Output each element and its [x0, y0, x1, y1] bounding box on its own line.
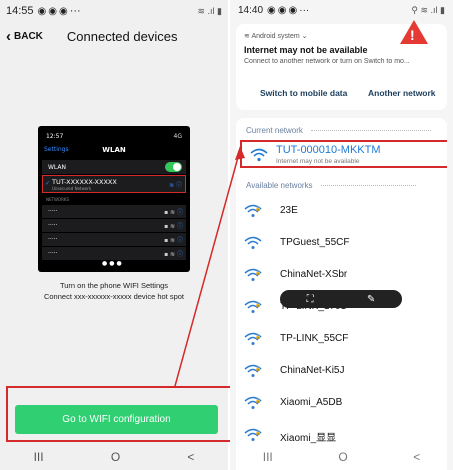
- screenshot-toolbar: ⛶ ✎: [280, 290, 402, 308]
- home-button[interactable]: O: [111, 450, 120, 464]
- screenshot-title: WLAN: [102, 146, 126, 154]
- current-network-status: Internet may not be available: [276, 158, 360, 165]
- lock-wifi-info-icon: ▪ ≋ ⓘ: [164, 223, 183, 230]
- lock-icon: 🔒: [255, 206, 262, 212]
- available-networks-header: Available networks: [246, 181, 416, 190]
- notification-icon: ◉: [48, 5, 57, 17]
- another-network-button[interactable]: Another network: [368, 88, 436, 98]
- lock-icon: 🔒: [255, 398, 262, 404]
- system-nav-bar: III O <: [230, 444, 453, 470]
- check-icon: ✓: [45, 180, 51, 187]
- status-more: ···: [69, 5, 81, 17]
- status-time: 14:40: [238, 4, 264, 16]
- notification-title: Internet may not be available: [244, 45, 368, 55]
- wifi-icon: [244, 236, 262, 250]
- network-item[interactable]: 🔒 23E: [236, 198, 447, 224]
- signal-battery-icon: ≋ .ıl ▮: [197, 5, 223, 16]
- lock-wifi-info-icon: ▪ ≋ ⓘ: [164, 209, 183, 216]
- chevron-left-icon: ‹: [6, 27, 11, 45]
- left-phone: 14:55 ◉ ◉ ◉ ··· ≋ .ıl ▮ ‹ BACK Connected…: [0, 0, 235, 470]
- network-item[interactable]: 🔒 Xiaomi_A5DB: [236, 390, 447, 416]
- screenshot-network-row: ····· ▪ ≋ ⓘ: [42, 247, 186, 260]
- screenshot-networks-header: NETWORKS: [46, 197, 70, 202]
- go-to-wifi-configuration-button[interactable]: Go to WIFI configuration: [15, 405, 218, 434]
- network-item[interactable]: 🔒 ChinaNet-XSbr: [236, 262, 447, 288]
- back-button[interactable]: ‹ BACK: [6, 29, 43, 44]
- app-header: ‹ BACK Connected devices: [0, 24, 228, 48]
- notification-body: Connect to another network or turn on Sw…: [244, 58, 410, 65]
- location-wifi-battery-icon: ⚲ ≋ .ıl ▮: [411, 4, 445, 15]
- wlan-toggle-row: WLAN: [42, 160, 186, 174]
- network-name: TPGuest_55CF: [280, 237, 350, 248]
- system-nav-bar: III O <: [0, 444, 228, 470]
- notification-icon: ◉: [267, 4, 276, 16]
- screenshot-current-network: ✓ TUT-XXXXXX-XXXXX Unsecured Network ≋ ⓘ: [42, 175, 186, 193]
- status-more: ···: [299, 4, 310, 16]
- network-name: 23E: [280, 205, 298, 216]
- instructions: Turn on the phone WIFI Settings Connect …: [0, 280, 228, 302]
- wlan-label: WLAN: [48, 163, 67, 171]
- status-bar: 14:40 ◉ ◉ ◉ ··· ⚲ ≋ .ıl ▮: [230, 0, 453, 20]
- network-name: TP-LINK_55CF: [280, 333, 349, 344]
- network-item[interactable]: TPGuest_55CF: [236, 230, 447, 256]
- current-network-name: TUT-000010-MKKTM: [276, 144, 381, 156]
- screenshot-network-row: ····· ▪ ≋ ⓘ: [42, 219, 186, 232]
- screenshot-current-name: TUT-XXXXXX-XXXXX: [52, 178, 117, 186]
- network-item[interactable]: 🔒 TP-LINK_55CF: [236, 326, 447, 352]
- instruction-line-1: Turn on the phone WIFI Settings: [59, 281, 169, 290]
- network-name: ChinaNet-Ki5J: [280, 365, 345, 376]
- lock-icon: 🔒: [255, 366, 262, 372]
- network-name: Xiaomi_A5DB: [280, 397, 343, 408]
- recent-apps-button[interactable]: III: [34, 450, 44, 464]
- screenshot-network-row: ····· ▪ ≋ ⓘ: [42, 233, 186, 246]
- home-button[interactable]: O: [338, 450, 347, 464]
- lock-wifi-info-icon: ▪ ≋ ⓘ: [164, 251, 183, 258]
- notification-icon: ◉: [288, 4, 298, 16]
- notification-source: ≋ Android system ⌄: [244, 33, 308, 40]
- page-title: Connected devices: [66, 28, 178, 44]
- lock-icon: 🔒: [255, 270, 262, 276]
- right-phone: 14:40 ◉ ◉ ◉ ··· ⚲ ≋ .ıl ▮ ≋ Android syst…: [230, 0, 453, 470]
- nav-back-button[interactable]: <: [187, 450, 194, 464]
- lock-icon: 🔒: [255, 334, 262, 340]
- page-dots: ●●●: [102, 260, 124, 267]
- lock-wifi-info-icon: ▪ ≋ ⓘ: [164, 237, 183, 244]
- wifi-icon: [250, 148, 268, 162]
- network-item[interactable]: 🔒 ChinaNet-Ki5J: [236, 358, 447, 384]
- network-name: ChinaNet-XSbr: [280, 269, 348, 280]
- crop-icon[interactable]: ⛶: [307, 294, 314, 305]
- edit-pencil-icon[interactable]: ✎: [367, 294, 375, 305]
- notification-icon: ◉: [59, 5, 68, 17]
- notification-icon: ◉: [37, 5, 47, 17]
- screenshot-signal: 4G: [173, 133, 182, 140]
- nav-back-button[interactable]: <: [413, 450, 420, 464]
- notification-icon: ◉: [277, 4, 287, 16]
- network-name: Xiaomi_显显: [280, 433, 337, 444]
- lock-icon: 🔒: [255, 430, 262, 436]
- screenshot-time: 12:57: [46, 133, 64, 140]
- status-time: 14:55: [6, 5, 34, 17]
- screenshot-network-row: ····· ▪ ≋ ⓘ: [42, 205, 186, 218]
- current-network-item[interactable]: TUT-000010-MKKTM Internet may not be ava…: [240, 140, 447, 168]
- warning-exclamation: !: [410, 27, 415, 43]
- lock-icon: 🔒: [255, 302, 262, 308]
- back-label: BACK: [14, 30, 43, 42]
- wlan-settings-screenshot: 12:57 4G Settings WLAN WLAN ✓ TUT-XXXXXX…: [38, 126, 190, 272]
- wifi-info-icon: ≋ ⓘ: [169, 182, 182, 189]
- current-network-header: Current network: [246, 126, 431, 135]
- switch-to-mobile-data-button[interactable]: Switch to mobile data: [260, 88, 347, 98]
- recent-apps-button[interactable]: III: [263, 450, 273, 464]
- status-bar: 14:55 ◉ ◉ ◉ ··· ≋ .ıl ▮: [0, 0, 228, 22]
- screenshot-current-status: Unsecured Network: [52, 186, 92, 191]
- instruction-line-2: Connect xxx-xxxxxx-xxxxx device hot spot: [43, 292, 185, 301]
- wlan-toggle: [165, 162, 182, 172]
